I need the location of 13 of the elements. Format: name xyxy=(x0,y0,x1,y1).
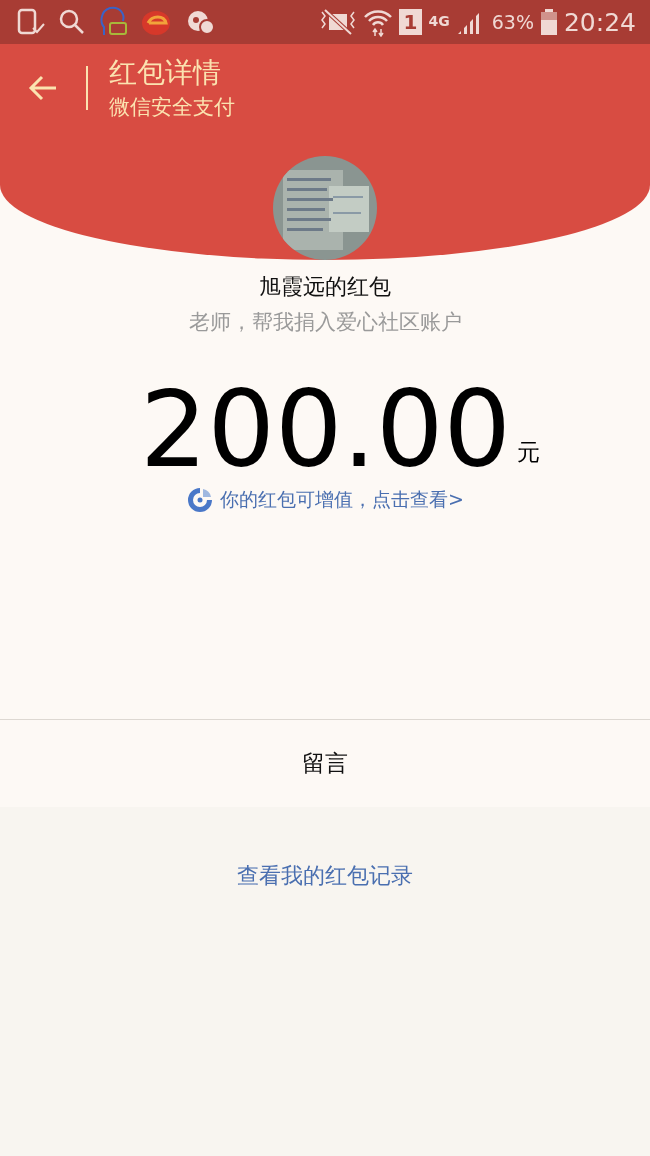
currency-unit: 元 xyxy=(516,438,540,467)
page-title: 红包详情 xyxy=(109,55,222,91)
page-subtitle: 微信安全支付 xyxy=(109,94,235,121)
comment-row[interactable]: 留言 xyxy=(0,720,650,807)
promo-link[interactable]: 你的红包可增值，点击查看> xyxy=(220,487,464,513)
records-link[interactable]: 查看我的红包记录 xyxy=(237,861,413,891)
sim-card-indicator: 1 xyxy=(398,9,423,35)
network-type: 4G xyxy=(428,13,450,29)
greeting-message: 老师，帮我捐入爱心社区账户 xyxy=(188,309,462,336)
amount-value: 200.00 xyxy=(140,376,511,484)
clock-time: 20:24 xyxy=(563,7,636,37)
sender-name: 旭霞远的红包 xyxy=(259,273,391,301)
battery-percent: 63% xyxy=(491,11,534,33)
